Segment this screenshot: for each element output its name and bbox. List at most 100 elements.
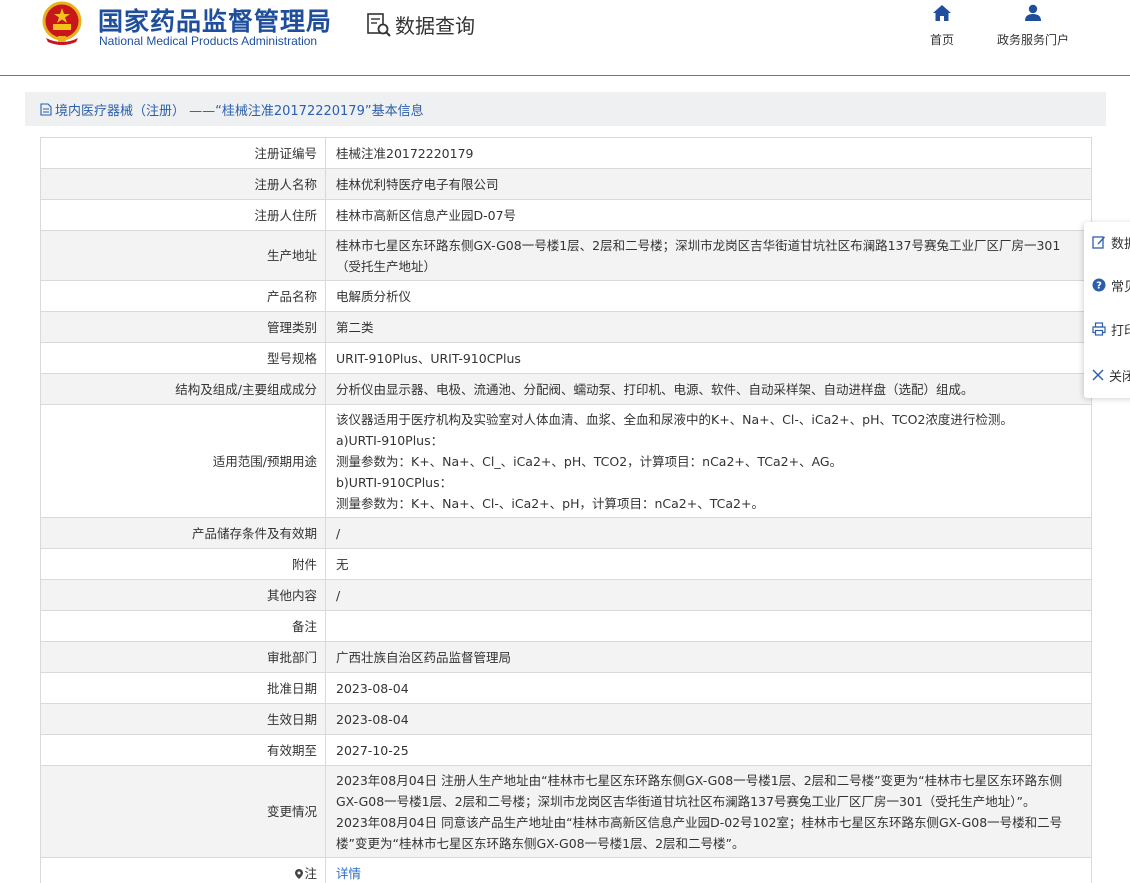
row-value: / — [325, 517, 1092, 549]
table-row: 管理类别 第二类 — [40, 311, 1092, 343]
site-header: 国家药品监督管理局 National Medical Products Admi… — [0, 0, 1130, 76]
row-value: 详情 — [325, 857, 1092, 883]
info-table: 注册证编号 桂械注准20172220179 注册人名称 桂林优利特医疗电子有限公… — [40, 137, 1092, 883]
table-row: 批准日期 2023-08-04 — [40, 672, 1092, 704]
value-line: 桂林市七星区东环路东侧GX-G08一号楼1层、2层和二号楼；深圳市龙岗区吉华街道… — [336, 237, 1061, 253]
row-value: 第二类 — [325, 311, 1092, 343]
svg-text:?: ? — [1096, 281, 1102, 292]
row-value: 2023-08-04 — [325, 672, 1092, 704]
panel-body: 注册证编号 桂械注准20172220179 注册人名称 桂林优利特医疗电子有限公… — [25, 126, 1106, 883]
row-value: 桂林市七星区东环路东侧GX-G08一号楼1层、2层和二号楼；深圳市龙岗区吉华街道… — [325, 230, 1092, 281]
org-name-cn: 国家药品监督管理局 — [98, 7, 333, 36]
value-line: 测量参数为：K+、Na+、Cl-、iCa2+、pH，计算项目：nCa2+、TCa… — [336, 495, 764, 511]
row-value: 该仪器适用于医疗机构及实验室对人体血清、血浆、全血和尿液中的K+、Na+、Cl-… — [325, 404, 1092, 518]
row-label: 产品名称 — [40, 280, 326, 312]
nav-home-label: 首页 — [929, 33, 954, 47]
data-query-title: 数据查询 — [366, 10, 475, 39]
value-line: 测量参数为：K+、Na+、Cl_、iCa2+、pH、TCO2，计算项目：nCa2… — [336, 453, 843, 469]
row-label: 注册人名称 — [40, 168, 326, 200]
row-label: 注册证编号 — [40, 137, 326, 169]
home-icon — [933, 5, 951, 21]
row-value: 分析仪由显示器、电极、流通池、分配阀、蠕动泵、打印机、电源、软件、自动采样架、自… — [325, 373, 1092, 405]
nav-home[interactable]: 首页 — [924, 4, 960, 48]
row-label: 备注 — [40, 610, 326, 642]
row-label: 审批部门 — [40, 641, 326, 673]
row-label: 结构及组成/主要组成成分 — [40, 373, 326, 405]
table-row: 注册证编号 桂械注准20172220179 — [40, 137, 1092, 169]
float-close-button[interactable]: 关闭 — [1092, 365, 1130, 385]
national-emblem-icon — [42, 1, 82, 45]
row-label: 产品储存条件及有效期 — [40, 517, 326, 549]
table-row: 结构及组成/主要组成成分 分析仪由显示器、电极、流通池、分配阀、蠕动泵、打印机、… — [40, 373, 1092, 405]
panel-title: 境内医疗器械（注册） ——“桂械注准20172220179”基本信息 — [40, 100, 424, 119]
row-label: 注册人住所 — [40, 199, 326, 231]
nav-service-portal[interactable]: 政务服务门户 — [990, 4, 1076, 48]
table-row: 审批部门 广西壮族自治区药品监督管理局 — [40, 641, 1092, 673]
row-value: / — [325, 579, 1092, 611]
row-label: 生效日期 — [40, 703, 326, 735]
document-icon — [40, 103, 52, 116]
value-line: （受托生产地址） — [336, 258, 437, 274]
row-label: 附件 — [40, 548, 326, 580]
row-value: 广西壮族自治区药品监督管理局 — [325, 641, 1092, 673]
help-icon: ? — [1092, 278, 1106, 292]
user-icon — [1025, 4, 1041, 21]
table-row: 备注 — [40, 610, 1092, 642]
row-value: 2023-08-04 — [325, 703, 1092, 735]
close-icon — [1092, 369, 1104, 381]
org-name-en: National Medical Products Administration — [99, 34, 318, 48]
table-row: 生效日期 2023-08-04 — [40, 703, 1092, 735]
row-value: 桂林优利特医疗电子有限公司 — [325, 168, 1092, 200]
table-row: 型号规格 URIT-910Plus、URIT-910CPlus — [40, 342, 1092, 374]
detail-panel: 境内医疗器械（注册） ——“桂械注准20172220179”基本信息 注册证编号… — [25, 92, 1106, 883]
table-row: 产品储存条件及有效期 / — [40, 517, 1092, 549]
table-row: 产品名称 电解质分析仪 — [40, 280, 1092, 312]
float-data-label: 数据 — [1111, 236, 1130, 252]
row-value: URIT-910Plus、URIT-910CPlus — [325, 342, 1092, 374]
float-print-label: 打印 — [1111, 323, 1130, 339]
row-label: 注 — [40, 857, 326, 883]
nav-service-portal-label: 政务服务门户 — [996, 33, 1069, 47]
table-row: 注 详情 — [40, 857, 1092, 883]
row-value: 无 — [325, 548, 1092, 580]
document-search-icon — [367, 12, 391, 37]
value-line: a)URTI-910Plus： — [336, 432, 444, 448]
row-label: 型号规格 — [40, 342, 326, 374]
value-line: 2023年08月04日 注册人生产地址由“桂林市七星区东环路东侧GX-G08一号… — [336, 772, 1063, 788]
data-query-label: 数据查询 — [395, 14, 475, 38]
table-row: 注册人住所 桂林市高新区信息产业园D-07号 — [40, 199, 1092, 231]
float-data-button[interactable]: 数据 — [1092, 232, 1130, 252]
row-label-text: 注 — [304, 865, 317, 881]
table-row: 生产地址 桂林市七星区东环路东侧GX-G08一号楼1层、2层和二号楼；深圳市龙岗… — [40, 230, 1092, 281]
table-row: 其他内容 / — [40, 579, 1092, 611]
float-faq-button[interactable]: ? 常见 — [1092, 275, 1130, 295]
location-pin-icon — [295, 868, 304, 879]
value-line: 该仪器适用于医疗机构及实验室对人体血清、血浆、全血和尿液中的K+、Na+、Cl-… — [336, 411, 1013, 427]
row-label: 适用范围/预期用途 — [40, 404, 326, 518]
row-label: 生产地址 — [40, 230, 326, 281]
table-row: 适用范围/预期用途 该仪器适用于医疗机构及实验室对人体血清、血浆、全血和尿液中的… — [40, 404, 1092, 518]
row-value: 电解质分析仪 — [325, 280, 1092, 312]
float-print-button[interactable]: 打印 — [1092, 319, 1130, 339]
value-line: GX-G08一号楼1层、2层和二号楼；深圳市龙岗区吉华街道甘坑社区布澜路137号… — [336, 793, 1036, 809]
row-value: 2027-10-25 — [325, 734, 1092, 766]
value-line: b)URTI-910CPlus： — [336, 474, 453, 490]
edit-icon — [1092, 236, 1105, 249]
table-row: 附件 无 — [40, 548, 1092, 580]
row-value: 桂械注准20172220179 — [325, 137, 1092, 169]
row-value: 桂林市高新区信息产业园D-07号 — [325, 199, 1092, 231]
row-label: 管理类别 — [40, 311, 326, 343]
float-faq-label: 常见 — [1111, 279, 1130, 295]
row-label: 有效期至 — [40, 734, 326, 766]
details-link[interactable]: 详情 — [336, 866, 361, 881]
value-line: 楼”变更为“桂林市七星区东环路东侧GX-G08一号楼1层、2层和二号楼”。 — [336, 835, 745, 851]
row-label: 批准日期 — [40, 672, 326, 704]
table-row: 注册人名称 桂林优利特医疗电子有限公司 — [40, 168, 1092, 200]
float-close-label: 关闭 — [1109, 369, 1130, 385]
row-value — [325, 610, 1092, 642]
row-value: 2023年08月04日 注册人生产地址由“桂林市七星区东环路东侧GX-G08一号… — [325, 765, 1092, 858]
value-line: 2023年08月04日 同意该产品生产地址由“桂林市高新区信息产业园D-02号1… — [336, 814, 1063, 830]
row-label: 其他内容 — [40, 579, 326, 611]
panel-title-text: 境内医疗器械（注册） ——“桂械注准20172220179”基本信息 — [55, 104, 424, 119]
table-row: 有效期至 2027-10-25 — [40, 734, 1092, 766]
